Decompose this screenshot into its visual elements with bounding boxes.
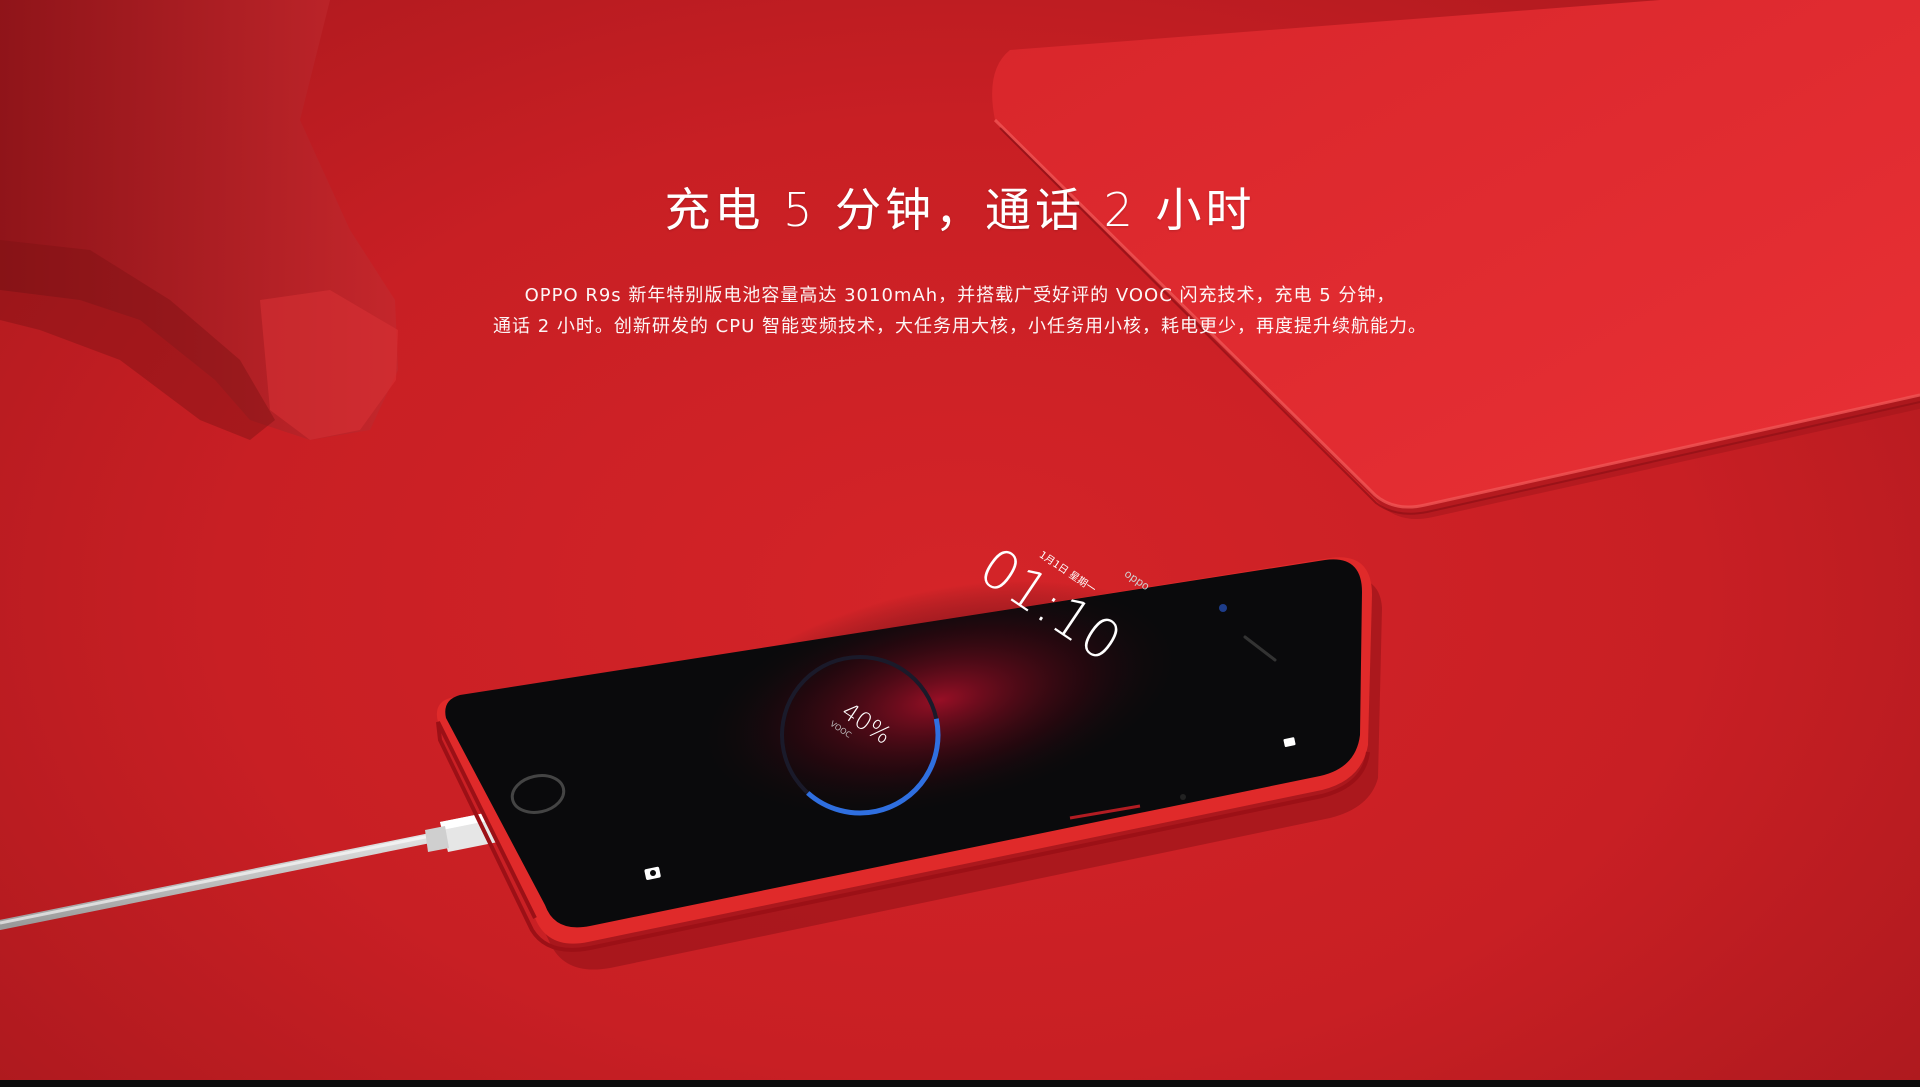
- bottom-bar: [0, 1080, 1920, 1087]
- smartphone: [436, 557, 1382, 970]
- charging-cable: [0, 812, 498, 930]
- tablet-device: [992, 0, 1920, 519]
- description-line-1: OPPO R9s 新年特别版电池容量高达 3010mAh，并搭载广受好评的 VO…: [524, 285, 1396, 306]
- feature-description: OPPO R9s 新年特别版电池容量高达 3010mAh，并搭载广受好评的 VO…: [0, 280, 1920, 342]
- page-headline: 充电 5 分钟，通话 2 小时: [664, 183, 1256, 237]
- description-line-2: 通话 2 小时。创新研发的 CPU 智能变频技术，大任务用大核，小任务用小核，耗…: [493, 316, 1427, 337]
- scene-illustration: 01:10 1月1日 星期一 oppo 40% VOOC: [0, 0, 1920, 970]
